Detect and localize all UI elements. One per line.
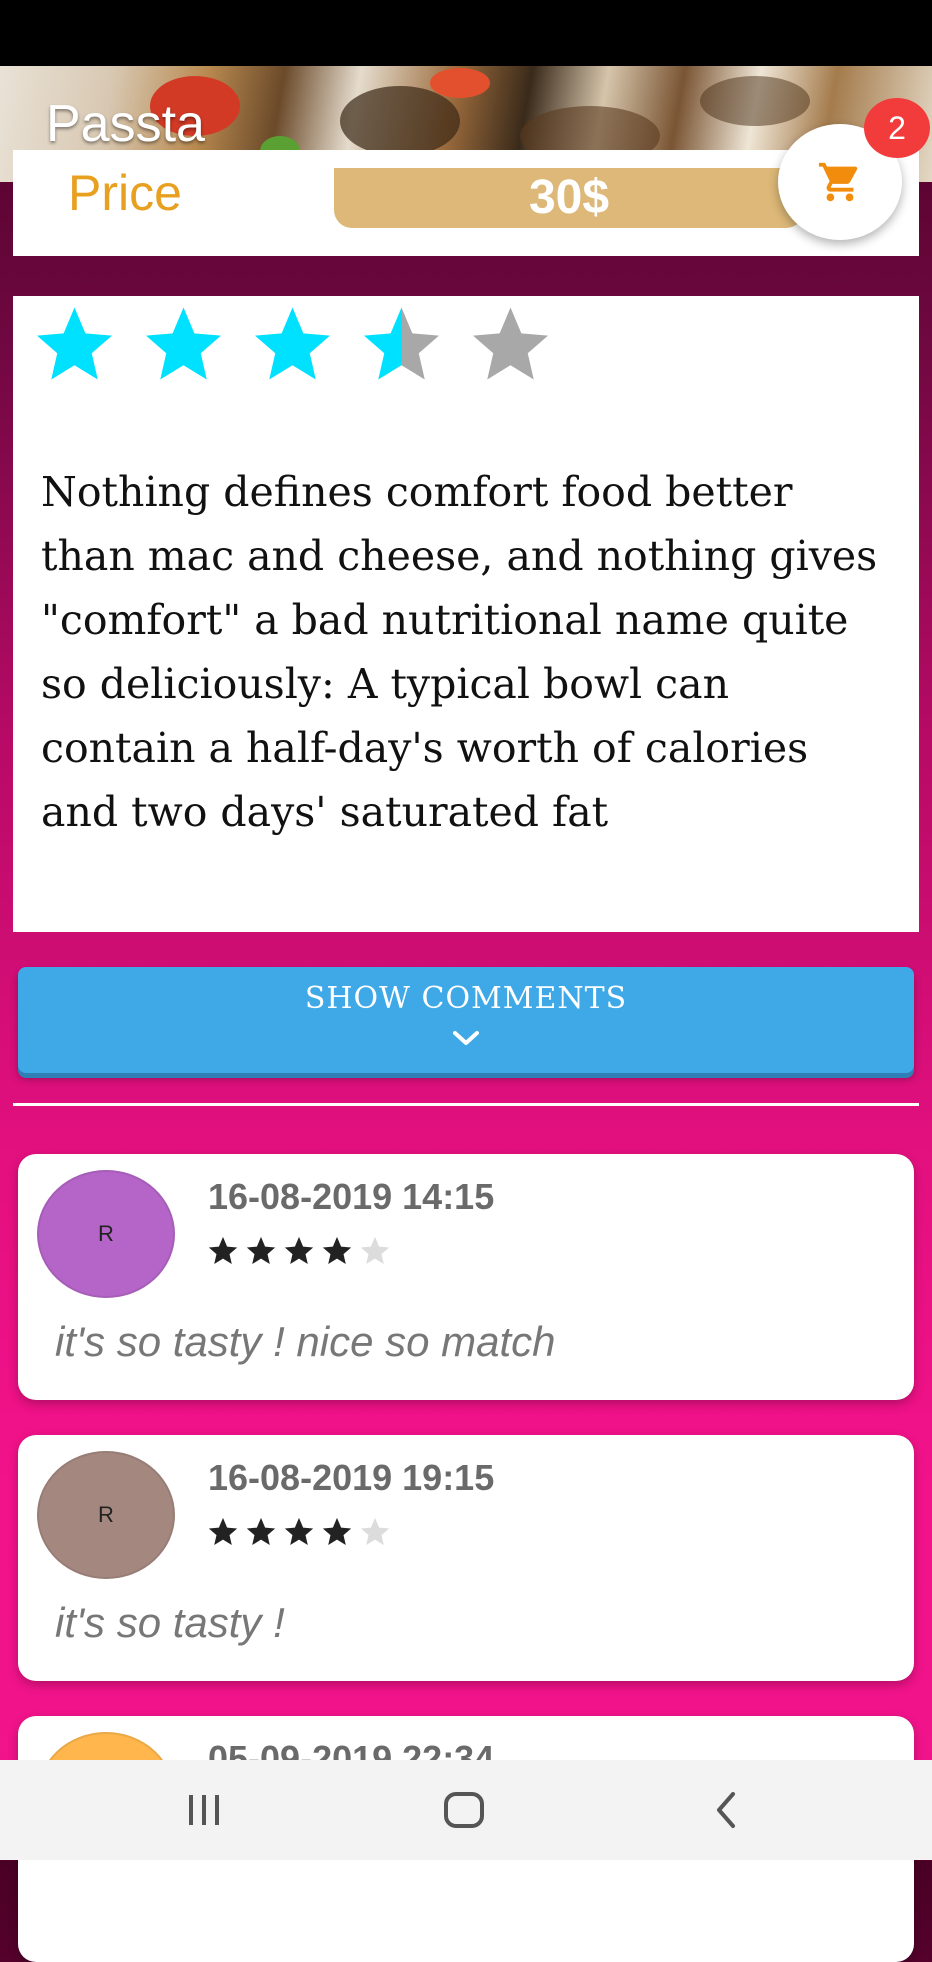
star-icon[interactable] xyxy=(456,300,565,390)
price-value: 30$ xyxy=(334,168,804,228)
show-comments-button[interactable]: SHOW COMMENTS xyxy=(18,967,914,1073)
star-icon xyxy=(360,1517,390,1546)
comment-date: 16-08-2019 14:15 xyxy=(208,1176,495,1217)
star-icon xyxy=(284,1236,314,1265)
home-button[interactable] xyxy=(404,1760,524,1860)
recent-apps-icon xyxy=(189,1795,219,1825)
comment-stars xyxy=(206,1234,392,1268)
description-text: Nothing defines comfort food better than… xyxy=(41,468,878,836)
cart-icon xyxy=(818,162,858,202)
rating-stars[interactable] xyxy=(20,300,565,390)
page-title: Passta xyxy=(46,95,205,153)
system-nav-bar xyxy=(0,1760,932,1860)
recent-apps-button[interactable] xyxy=(144,1760,264,1860)
home-icon xyxy=(444,1792,484,1828)
cart-count-badge: 2 xyxy=(864,98,930,158)
star-icon[interactable] xyxy=(20,300,129,390)
comment-card: R 16-08-2019 19:15 it's so tasty ! xyxy=(18,1435,914,1681)
star-icon xyxy=(322,1517,352,1546)
star-icon xyxy=(208,1236,238,1265)
comment-date: 16-08-2019 19:15 xyxy=(208,1457,495,1498)
star-icon[interactable] xyxy=(129,300,238,390)
comment-card: R 16-08-2019 14:15 it's so tasty ! nice … xyxy=(18,1154,914,1400)
star-icon[interactable] xyxy=(347,300,456,390)
comment-stars xyxy=(206,1515,392,1549)
status-bar xyxy=(0,0,932,66)
star-icon xyxy=(208,1517,238,1546)
comment-text: it's so tasty ! nice so match xyxy=(55,1318,556,1365)
star-icon xyxy=(246,1517,276,1546)
star-icon xyxy=(322,1236,352,1265)
star-icon xyxy=(284,1517,314,1546)
comment-text: it's so tasty ! xyxy=(55,1599,285,1646)
star-icon[interactable] xyxy=(238,300,347,390)
back-icon xyxy=(717,1792,735,1828)
chevron-down-icon xyxy=(453,1031,479,1045)
divider xyxy=(13,1103,919,1106)
star-icon xyxy=(360,1236,390,1265)
price-label: Price xyxy=(68,165,182,221)
star-icon xyxy=(246,1236,276,1265)
show-comments-label: SHOW COMMENTS xyxy=(304,981,628,1016)
avatar: R xyxy=(37,1170,175,1298)
avatar: R xyxy=(37,1451,175,1579)
back-button[interactable] xyxy=(666,1760,786,1860)
